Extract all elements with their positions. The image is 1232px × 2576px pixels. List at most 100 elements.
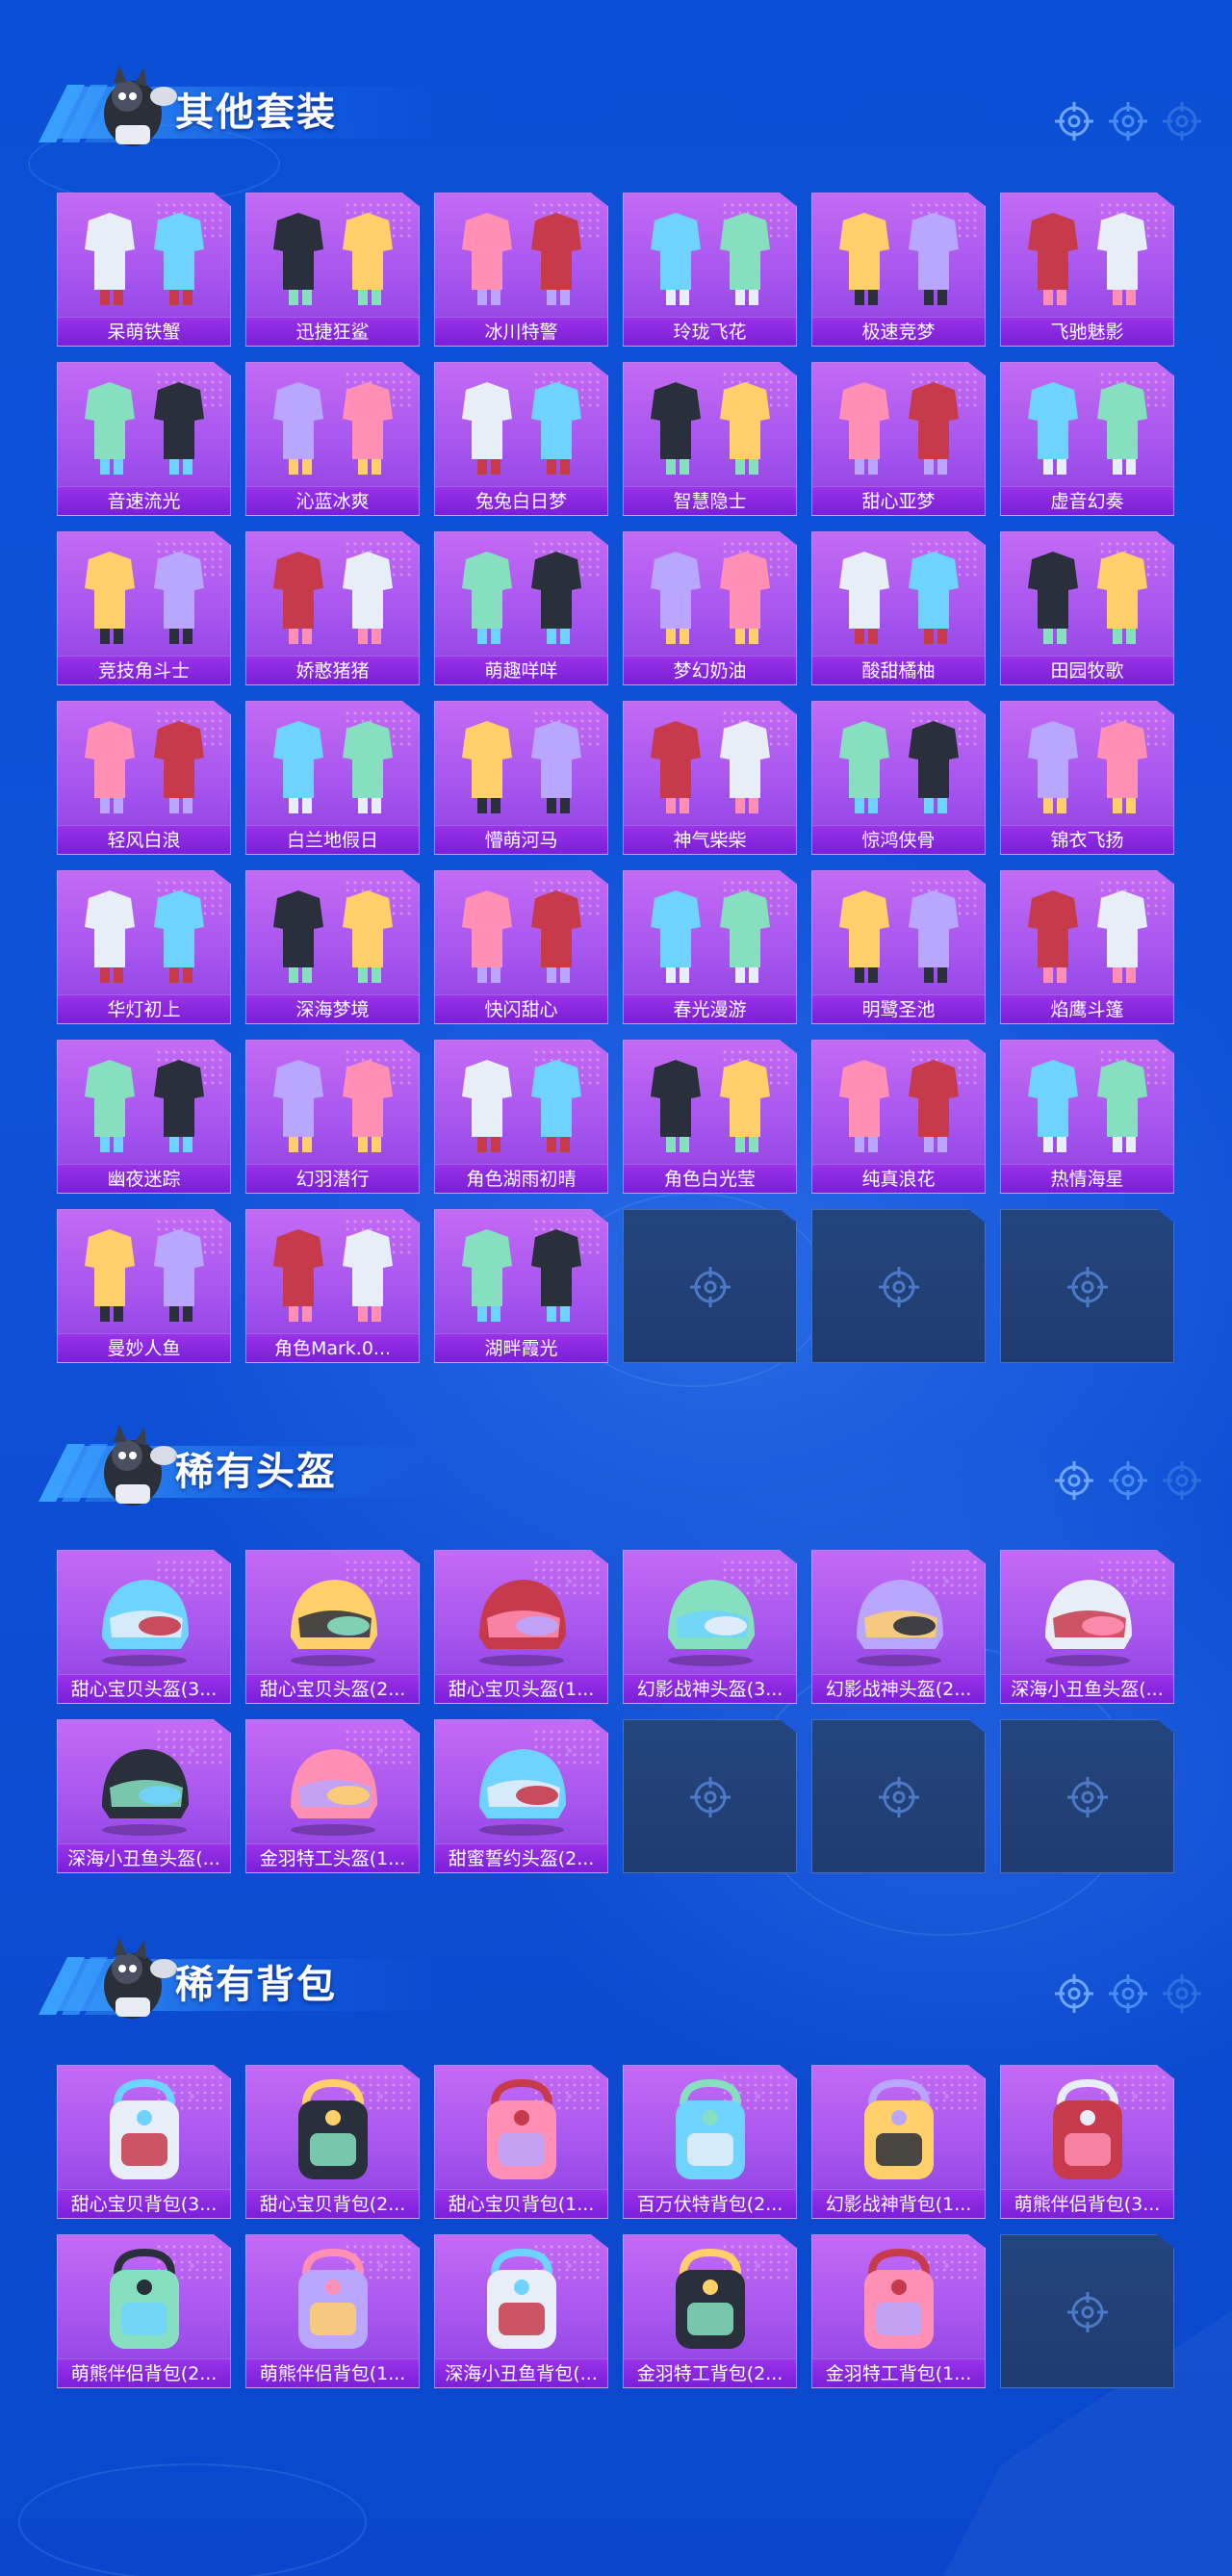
suit-card[interactable]: 智慧隐士 bbox=[623, 362, 797, 516]
card-label: 沁蓝冰爽 bbox=[246, 486, 419, 515]
backpack-card[interactable]: 萌熊伴侣背包(2... bbox=[57, 2234, 231, 2388]
suit-card[interactable]: 焰鹰斗篷 bbox=[1000, 870, 1174, 1024]
suit-card[interactable]: 沁蓝冰爽 bbox=[245, 362, 420, 516]
suit-card[interactable]: 懵萌河马 bbox=[434, 701, 608, 855]
suit-card[interactable]: 惊鸿侠骨 bbox=[811, 701, 986, 855]
suit-card[interactable]: 幻羽潜行 bbox=[245, 1040, 420, 1194]
suit-card[interactable]: 热情海星 bbox=[1000, 1040, 1174, 1194]
suit-card[interactable]: 快闪甜心 bbox=[434, 870, 608, 1024]
crosshair-icon bbox=[1055, 102, 1093, 141]
helmet-card[interactable]: 甜心宝贝头盔(1... bbox=[434, 1550, 608, 1704]
backpack-image bbox=[110, 2248, 179, 2349]
outfit-image bbox=[462, 552, 581, 644]
suit-card[interactable]: 锦衣飞扬 bbox=[1000, 701, 1174, 855]
section-header: 稀有背包 bbox=[29, 1930, 1203, 2026]
helmet-card[interactable]: 深海小丑鱼头盔(... bbox=[1000, 1550, 1174, 1704]
outfit-image bbox=[85, 1229, 204, 1322]
helmet-card[interactable]: 甜心宝贝头盔(2... bbox=[245, 1550, 420, 1704]
crosshair-icon bbox=[1163, 102, 1201, 141]
card-label: 兔兔白日梦 bbox=[435, 486, 607, 515]
card-label: 娇憨猪猪 bbox=[246, 656, 419, 684]
empty-slot bbox=[811, 1719, 986, 1873]
outfit-image bbox=[85, 890, 204, 983]
crosshair-icon bbox=[690, 1777, 731, 1817]
suit-card[interactable]: 飞驰魅影 bbox=[1000, 193, 1174, 347]
backpack-card[interactable]: 萌熊伴侣背包(3... bbox=[1000, 2065, 1174, 2219]
card-label: 萌趣咩咩 bbox=[435, 656, 607, 684]
suit-card[interactable]: 湖畔霞光 bbox=[434, 1209, 608, 1363]
suit-card[interactable]: 角色Mark.0... bbox=[245, 1209, 420, 1363]
card-label: 华灯初上 bbox=[58, 994, 230, 1023]
suit-card[interactable]: 兔兔白日梦 bbox=[434, 362, 608, 516]
suit-card[interactable]: 迅捷狂鲨 bbox=[245, 193, 420, 347]
backpack-image bbox=[1053, 2078, 1122, 2179]
backpack-card[interactable]: 金羽特工背包(1... bbox=[811, 2234, 986, 2388]
suit-card[interactable]: 娇憨猪猪 bbox=[245, 531, 420, 685]
suit-card[interactable]: 呆萌铁蟹 bbox=[57, 193, 231, 347]
empty-slot bbox=[1000, 1209, 1174, 1363]
helmet-card[interactable]: 幻影战神头盔(2... bbox=[811, 1550, 986, 1704]
card-label: 甜心亚梦 bbox=[812, 486, 985, 515]
suit-card[interactable]: 幽夜迷踪 bbox=[57, 1040, 231, 1194]
card-label: 春光漫游 bbox=[624, 994, 796, 1023]
suit-card[interactable]: 明鹭圣池 bbox=[811, 870, 986, 1024]
backpack-card[interactable]: 深海小丑鱼背包(... bbox=[434, 2234, 608, 2388]
suit-card[interactable]: 曼妙人鱼 bbox=[57, 1209, 231, 1363]
outfit-image bbox=[651, 890, 770, 983]
backpacks-grid: 甜心宝贝背包(3... 甜心宝贝背包(2... 甜心宝贝背包(1... 百万伏特… bbox=[57, 2065, 1174, 2388]
card-label: 曼妙人鱼 bbox=[58, 1333, 230, 1362]
card-label: 角色Mark.0... bbox=[246, 1333, 419, 1362]
outfit-image bbox=[839, 552, 959, 644]
suit-card[interactable]: 极速竞梦 bbox=[811, 193, 986, 347]
suit-card[interactable]: 甜心亚梦 bbox=[811, 362, 986, 516]
card-label: 酸甜橘柚 bbox=[812, 656, 985, 684]
suit-card[interactable]: 神气柴柴 bbox=[623, 701, 797, 855]
helmet-card[interactable]: 金羽特工头盔(1... bbox=[245, 1719, 420, 1873]
helmet-image bbox=[102, 1749, 189, 1836]
suit-card[interactable]: 萌趣咩咩 bbox=[434, 531, 608, 685]
backpack-card[interactable]: 甜心宝贝背包(2... bbox=[245, 2065, 420, 2219]
helmet-card[interactable]: 甜蜜誓约头盔(2... bbox=[434, 1719, 608, 1873]
suit-card[interactable]: 玲珑飞花 bbox=[623, 193, 797, 347]
suit-card[interactable]: 角色白光莹 bbox=[623, 1040, 797, 1194]
backpack-card[interactable]: 百万伏特背包(2... bbox=[623, 2065, 797, 2219]
suit-card[interactable]: 田园牧歌 bbox=[1000, 531, 1174, 685]
suit-card[interactable]: 角色湖雨初晴 bbox=[434, 1040, 608, 1194]
outfit-image bbox=[85, 213, 204, 305]
backpack-card[interactable]: 金羽特工背包(2... bbox=[623, 2234, 797, 2388]
crosshair-icon bbox=[690, 1267, 731, 1307]
suit-card[interactable]: 深海梦境 bbox=[245, 870, 420, 1024]
backpack-image bbox=[676, 2078, 745, 2179]
suit-card[interactable]: 虚音幻奏 bbox=[1000, 362, 1174, 516]
suit-card[interactable]: 酸甜橘柚 bbox=[811, 531, 986, 685]
suit-card[interactable]: 竞技角斗士 bbox=[57, 531, 231, 685]
suit-card[interactable]: 纯真浪花 bbox=[811, 1040, 986, 1194]
suit-card[interactable]: 梦幻奶油 bbox=[623, 531, 797, 685]
outfit-image bbox=[839, 382, 959, 475]
backpack-card[interactable]: 甜心宝贝背包(1... bbox=[434, 2065, 608, 2219]
suit-card[interactable]: 华灯初上 bbox=[57, 870, 231, 1024]
empty-slot bbox=[811, 1209, 986, 1363]
helmet-card[interactable]: 深海小丑鱼头盔(... bbox=[57, 1719, 231, 1873]
empty-slot bbox=[623, 1209, 797, 1363]
card-label: 幽夜迷踪 bbox=[58, 1164, 230, 1193]
outfit-image bbox=[462, 721, 581, 813]
card-label: 神气柴柴 bbox=[624, 825, 796, 854]
card-label: 幻影战神背包(1... bbox=[812, 2189, 985, 2218]
suit-card[interactable]: 冰川特警 bbox=[434, 193, 608, 347]
backpack-card[interactable]: 甜心宝贝背包(3... bbox=[57, 2065, 231, 2219]
backpack-image bbox=[864, 2248, 934, 2349]
helmet-card[interactable]: 幻影战神头盔(3... bbox=[623, 1550, 797, 1704]
outfit-image bbox=[1028, 552, 1147, 644]
backpack-card[interactable]: 萌熊伴侣背包(1... bbox=[245, 2234, 420, 2388]
backpack-card[interactable]: 幻影战神背包(1... bbox=[811, 2065, 986, 2219]
backpack-image bbox=[864, 2078, 934, 2179]
card-label: 角色湖雨初晴 bbox=[435, 1164, 607, 1193]
crosshair-icon bbox=[1109, 1461, 1147, 1500]
suit-card[interactable]: 白兰地假日 bbox=[245, 701, 420, 855]
suit-card[interactable]: 音速流光 bbox=[57, 362, 231, 516]
card-label: 智慧隐士 bbox=[624, 486, 796, 515]
suit-card[interactable]: 轻风白浪 bbox=[57, 701, 231, 855]
suit-card[interactable]: 春光漫游 bbox=[623, 870, 797, 1024]
helmet-card[interactable]: 甜心宝贝头盔(3... bbox=[57, 1550, 231, 1704]
